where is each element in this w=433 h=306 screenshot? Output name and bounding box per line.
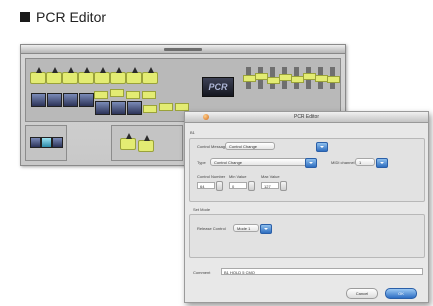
max-value-label: Max Value (261, 174, 280, 179)
pad-button[interactable] (127, 101, 142, 115)
comment-label: Comment (193, 270, 211, 275)
type-label: Type (197, 160, 206, 165)
joystick-panel (111, 125, 183, 161)
page-title: PCR Editor (36, 9, 107, 25)
pad-button[interactable] (31, 93, 46, 107)
control-number-field[interactable]: 64 (197, 182, 215, 189)
control-message-select[interactable]: Control Change (225, 142, 275, 150)
control-label (126, 91, 140, 99)
control-label (175, 103, 189, 111)
control-label (143, 105, 157, 113)
ok-button[interactable]: OK (385, 288, 417, 299)
control-label (159, 103, 173, 111)
comment-field[interactable]: B1 HOLD 5 CMO (221, 268, 423, 275)
fader[interactable] (243, 67, 256, 89)
control-label (94, 91, 108, 99)
pad-button[interactable] (111, 101, 126, 115)
pad-button[interactable] (47, 93, 62, 107)
knob-control[interactable] (126, 67, 142, 84)
fader[interactable] (327, 67, 340, 89)
heading-square-icon (20, 12, 30, 22)
pcr-lcd-display: PCR (202, 77, 234, 97)
type-select[interactable]: Control Change (210, 158, 310, 166)
control-message-dropdown-icon[interactable] (316, 142, 328, 152)
fader[interactable] (315, 67, 328, 89)
pad-button[interactable] (41, 137, 52, 148)
min-value-label: Min Value (229, 174, 247, 179)
midi-channel-label: MIDI channel (331, 160, 355, 165)
dialog-titlebar: PCR Editor (185, 112, 428, 123)
fader[interactable] (255, 67, 268, 89)
pcr-editor-titlebar (21, 45, 345, 54)
pad-button[interactable] (79, 93, 94, 107)
knob-control[interactable] (46, 67, 62, 84)
knob-control[interactable] (142, 67, 158, 84)
max-value-field[interactable]: 127 (261, 182, 279, 189)
control-number-stepper[interactable] (216, 181, 223, 191)
transport-panel (25, 125, 67, 161)
mode-label: Release Control (197, 226, 226, 231)
control-number-label: Control Number (197, 174, 226, 179)
fader[interactable] (291, 67, 304, 89)
min-value-stepper[interactable] (248, 181, 255, 191)
page-heading: PCR Editor (20, 9, 106, 25)
mode-dropdown-icon[interactable] (260, 224, 272, 234)
fader[interactable] (303, 67, 316, 89)
knob-control[interactable] (78, 67, 94, 84)
pad-button[interactable] (52, 137, 63, 148)
knob-control[interactable] (138, 135, 154, 152)
section-label: B1 (190, 130, 195, 135)
midi-channel-select[interactable]: 1 (355, 158, 375, 166)
fader[interactable] (279, 67, 292, 89)
midi-channel-dropdown-icon[interactable] (376, 158, 388, 168)
type-dropdown-icon[interactable] (305, 158, 317, 168)
close-icon[interactable] (203, 114, 209, 120)
title-grip-icon (164, 47, 202, 51)
knob-control[interactable] (110, 67, 126, 84)
control-message-label: Control Message (197, 144, 228, 149)
pad-button[interactable] (95, 101, 110, 115)
pad-button[interactable] (63, 93, 78, 107)
pcr-editor-dialog: PCR Editor B1 Control Message Control Ch… (184, 111, 429, 303)
control-label (110, 89, 124, 97)
sub-section-label: Set Mode (193, 207, 211, 212)
knob-control[interactable] (120, 133, 136, 150)
mode-select[interactable]: Mode 1 (233, 224, 259, 232)
min-value-field[interactable]: 0 (229, 182, 247, 189)
knob-control[interactable] (62, 67, 78, 84)
pad-button[interactable] (30, 137, 41, 148)
knob-control[interactable] (30, 67, 46, 84)
mode-settings-box (189, 214, 425, 258)
control-label (142, 91, 156, 99)
knob-control[interactable] (94, 67, 110, 84)
dialog-title: PCR Editor (293, 114, 319, 120)
fader[interactable] (267, 67, 280, 89)
max-value-stepper[interactable] (280, 181, 287, 191)
cancel-button[interactable]: Cancel (346, 288, 378, 299)
